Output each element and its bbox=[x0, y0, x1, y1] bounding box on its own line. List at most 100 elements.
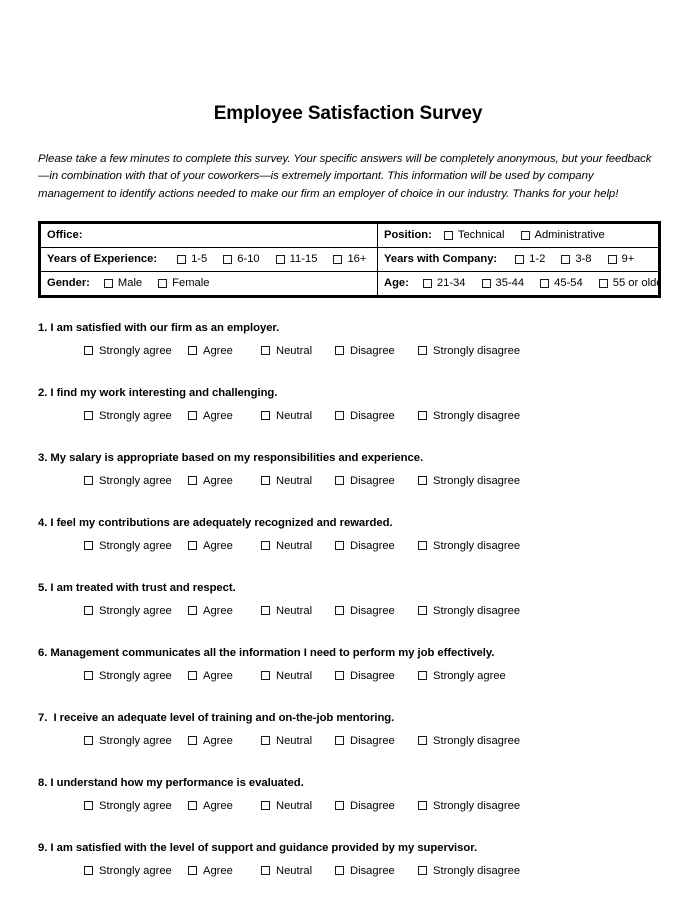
answer-option[interactable]: Agree bbox=[188, 670, 261, 682]
checkbox-icon[interactable] bbox=[188, 866, 197, 876]
office-cell[interactable]: Office: bbox=[39, 221, 378, 248]
checkbox-icon[interactable] bbox=[188, 736, 197, 746]
checkbox-icon[interactable] bbox=[261, 541, 270, 551]
company-option-9-plus[interactable]: 9+ bbox=[607, 253, 634, 265]
answer-option[interactable]: Disagree bbox=[335, 735, 418, 747]
checkbox-icon[interactable] bbox=[335, 411, 344, 421]
checkbox-icon[interactable] bbox=[335, 801, 344, 811]
checkbox-icon[interactable] bbox=[84, 671, 93, 681]
answer-option[interactable]: Strongly agree bbox=[84, 865, 188, 877]
checkbox-icon[interactable] bbox=[418, 866, 427, 876]
checkbox-icon[interactable] bbox=[84, 606, 93, 616]
checkbox-icon[interactable] bbox=[188, 606, 197, 616]
age-option-45-54[interactable]: 45-54 bbox=[540, 277, 583, 289]
answer-option[interactable]: Disagree bbox=[335, 670, 418, 682]
checkbox-icon[interactable] bbox=[418, 801, 427, 811]
checkbox-icon[interactable] bbox=[418, 476, 427, 486]
answer-option[interactable]: Disagree bbox=[335, 865, 418, 877]
answer-option[interactable]: Strongly agree bbox=[84, 605, 188, 617]
answer-option[interactable]: Neutral bbox=[261, 605, 335, 617]
answer-option[interactable]: Agree bbox=[188, 345, 261, 357]
answer-option[interactable]: Neutral bbox=[261, 670, 335, 682]
checkbox-icon[interactable] bbox=[333, 254, 343, 264]
checkbox-icon[interactable] bbox=[275, 254, 285, 264]
answer-option[interactable]: Disagree bbox=[335, 605, 418, 617]
checkbox-icon[interactable] bbox=[188, 411, 197, 421]
checkbox-icon[interactable] bbox=[84, 346, 93, 356]
answer-option[interactable]: Strongly agree bbox=[84, 670, 188, 682]
checkbox-icon[interactable] bbox=[84, 411, 93, 421]
answer-option[interactable]: Strongly disagree bbox=[418, 345, 520, 357]
answer-option[interactable]: Agree bbox=[188, 605, 261, 617]
answer-option[interactable]: Strongly agree bbox=[84, 800, 188, 812]
checkbox-icon[interactable] bbox=[188, 476, 197, 486]
answer-option[interactable]: Strongly disagree bbox=[418, 735, 520, 747]
answer-option[interactable]: Strongly disagree bbox=[418, 800, 520, 812]
company-option-1-2[interactable]: 1-2 bbox=[515, 253, 545, 265]
checkbox-icon[interactable] bbox=[223, 254, 233, 264]
checkbox-icon[interactable] bbox=[261, 736, 270, 746]
checkbox-icon[interactable] bbox=[422, 278, 432, 288]
checkbox-icon[interactable] bbox=[103, 278, 113, 288]
checkbox-icon[interactable] bbox=[515, 254, 525, 264]
checkbox-icon[interactable] bbox=[84, 736, 93, 746]
checkbox-icon[interactable] bbox=[335, 346, 344, 356]
checkbox-icon[interactable] bbox=[598, 278, 608, 288]
checkbox-icon[interactable] bbox=[261, 346, 270, 356]
answer-option[interactable]: Neutral bbox=[261, 800, 335, 812]
checkbox-icon[interactable] bbox=[188, 801, 197, 811]
checkbox-icon[interactable] bbox=[158, 278, 168, 288]
answer-option[interactable]: Disagree bbox=[335, 345, 418, 357]
age-option-35-44[interactable]: 35-44 bbox=[481, 277, 524, 289]
checkbox-icon[interactable] bbox=[418, 411, 427, 421]
checkbox-icon[interactable] bbox=[607, 254, 617, 264]
checkbox-icon[interactable] bbox=[84, 866, 93, 876]
answer-option[interactable]: Strongly agree bbox=[84, 475, 188, 487]
checkbox-icon[interactable] bbox=[335, 541, 344, 551]
answer-option[interactable]: Agree bbox=[188, 475, 261, 487]
answer-option[interactable]: Neutral bbox=[261, 865, 335, 877]
answer-option[interactable]: Disagree bbox=[335, 475, 418, 487]
checkbox-icon[interactable] bbox=[84, 801, 93, 811]
gender-option-male[interactable]: Male bbox=[103, 277, 142, 289]
answer-option[interactable]: Neutral bbox=[261, 410, 335, 422]
answer-option[interactable]: Strongly agree bbox=[84, 345, 188, 357]
checkbox-icon[interactable] bbox=[418, 736, 427, 746]
answer-option[interactable]: Strongly disagree bbox=[418, 865, 520, 877]
checkbox-icon[interactable] bbox=[84, 541, 93, 551]
experience-option-11-15[interactable]: 11-15 bbox=[275, 253, 317, 265]
answer-option[interactable]: Strongly agree bbox=[84, 540, 188, 552]
position-option-administrative[interactable]: Administrative bbox=[520, 229, 605, 241]
answer-option[interactable]: Disagree bbox=[335, 410, 418, 422]
answer-option[interactable]: Agree bbox=[188, 540, 261, 552]
checkbox-icon[interactable] bbox=[418, 671, 427, 681]
answer-option[interactable]: Strongly disagree bbox=[418, 540, 520, 552]
checkbox-icon[interactable] bbox=[418, 346, 427, 356]
answer-option[interactable]: Strongly disagree bbox=[418, 605, 520, 617]
position-option-technical[interactable]: Technical bbox=[443, 229, 505, 241]
checkbox-icon[interactable] bbox=[177, 254, 187, 264]
answer-option[interactable]: Neutral bbox=[261, 345, 335, 357]
checkbox-icon[interactable] bbox=[443, 230, 453, 240]
answer-option[interactable]: Agree bbox=[188, 865, 261, 877]
answer-option[interactable]: Agree bbox=[188, 800, 261, 812]
answer-option[interactable]: Neutral bbox=[261, 540, 335, 552]
checkbox-icon[interactable] bbox=[418, 606, 427, 616]
answer-option[interactable]: Disagree bbox=[335, 540, 418, 552]
experience-option-6-10[interactable]: 6-10 bbox=[223, 253, 260, 265]
gender-option-female[interactable]: Female bbox=[158, 277, 209, 289]
answer-option[interactable]: Strongly agree bbox=[418, 670, 506, 682]
checkbox-icon[interactable] bbox=[261, 866, 270, 876]
answer-option[interactable]: Neutral bbox=[261, 475, 335, 487]
checkbox-icon[interactable] bbox=[540, 278, 550, 288]
answer-option[interactable]: Neutral bbox=[261, 735, 335, 747]
answer-option[interactable]: Strongly disagree bbox=[418, 475, 520, 487]
checkbox-icon[interactable] bbox=[261, 476, 270, 486]
checkbox-icon[interactable] bbox=[335, 866, 344, 876]
checkbox-icon[interactable] bbox=[335, 606, 344, 616]
checkbox-icon[interactable] bbox=[561, 254, 571, 264]
checkbox-icon[interactable] bbox=[335, 736, 344, 746]
answer-option[interactable]: Strongly agree bbox=[84, 735, 188, 747]
checkbox-icon[interactable] bbox=[188, 346, 197, 356]
answer-option[interactable]: Strongly agree bbox=[84, 410, 188, 422]
